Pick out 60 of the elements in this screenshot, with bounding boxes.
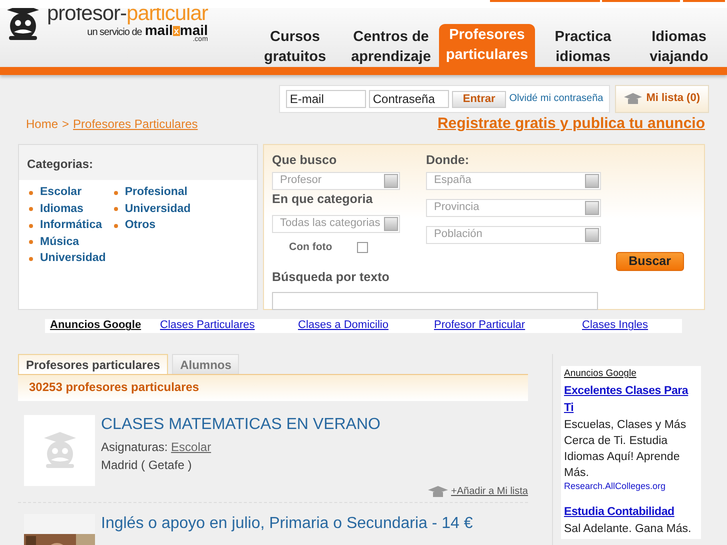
category-link[interactable]: Otros	[124, 217, 156, 234]
nav-tab[interactable]: Idiomas viajando	[631, 24, 727, 67]
search-button[interactable]: Buscar	[616, 252, 684, 271]
text-search-field[interactable]	[272, 292, 598, 310]
subject-link[interactable]: Escolar	[171, 440, 212, 454]
ad-link[interactable]: Profesor Particular	[434, 319, 582, 333]
ad-link[interactable]: Clases Particulares	[160, 319, 298, 333]
cap-icon	[428, 486, 448, 498]
panel-title: Categorias:	[19, 145, 257, 180]
ad-title-link[interactable]: Estudia Contabilidad	[564, 504, 698, 522]
category-link[interactable]: Universidad	[124, 200, 191, 218]
my-list-button[interactable]: Mi lista (0)	[615, 85, 709, 113]
results-tab[interactable]: Profesores particulares	[18, 354, 168, 374]
logo-name: profesor-particular	[47, 2, 208, 25]
category-link[interactable]: Universidad	[40, 250, 106, 267]
bullet-icon	[114, 224, 118, 228]
ad-text: Escuelas, Clases y Más Cerca de Ti. Estudia Idiomas Aquí! Aprende Más.	[564, 418, 688, 482]
field-label: En que categoria	[272, 192, 374, 207]
logo-tagline: un servicio de	[87, 28, 142, 38]
category-link[interactable]: Idiomas	[40, 200, 84, 218]
bullet-icon	[29, 240, 33, 244]
field-label: Con foto	[289, 241, 332, 254]
ads-label: Anuncios Google	[564, 368, 638, 380]
cap-icon	[624, 93, 642, 105]
results-count: 30253 profesores particulares	[18, 374, 528, 401]
password-field[interactable]: Contraseña	[368, 90, 449, 108]
ad-url[interactable]: Research.AllColleges.org	[564, 481, 698, 492]
results-tab[interactable]: Alumnos	[172, 354, 240, 374]
add-to-list-link[interactable]: +Añadir a Mi lista	[451, 486, 528, 498]
location-text: Madrid ( Getafe )	[101, 458, 193, 473]
forgot-password-link[interactable]: Olvidé mi contraseña	[509, 93, 604, 105]
category-link[interactable]: Profesional	[124, 184, 188, 201]
listing-title[interactable]: Inglés o apoyo en julio, Primaria o Secundaria - 14 €	[101, 514, 528, 534]
field-label: Que busco	[272, 153, 338, 168]
bullet-icon	[29, 256, 33, 261]
listing-title[interactable]: CLASES MATEMATICAS EN VERANO	[101, 414, 528, 435]
category-link[interactable]: Informática	[40, 217, 102, 234]
field-label: Donde:	[426, 153, 470, 168]
login-button[interactable]: Entrar	[452, 90, 506, 108]
ad-title-link[interactable]: Excelentes Clases Para Ti	[564, 383, 698, 418]
category-link[interactable]: Escolar	[40, 184, 82, 201]
checkbox[interactable]	[357, 242, 368, 253]
field-label: Asignaturas:	[101, 440, 169, 454]
bullet-icon	[114, 190, 118, 195]
bullet-icon	[29, 190, 33, 195]
ad-link[interactable]: Clases Ingles	[582, 319, 682, 333]
bullet-icon	[29, 224, 33, 228]
ad-link[interactable]: Clases a Domicilio	[298, 319, 434, 333]
bullet-icon	[114, 207, 118, 212]
ads-label: Anuncios Google	[50, 319, 142, 333]
category-link[interactable]: Música	[40, 234, 79, 250]
breadcrumb-separator: >	[62, 116, 70, 132]
field-label: Búsqueda por texto	[272, 270, 390, 285]
nav-tab[interactable]: Cursos gratuitos	[247, 24, 343, 67]
nav-tab[interactable]: Practica idiomas	[535, 24, 631, 67]
email-field[interactable]: E-mail	[286, 90, 366, 108]
brand-logo: mail xmail	[144, 23, 208, 38]
ad-text: Sal Adelante. Gana Más.	[564, 522, 692, 538]
bullet-icon	[29, 207, 33, 212]
nav-tab[interactable]: Centros de aprendizaje	[343, 24, 439, 67]
